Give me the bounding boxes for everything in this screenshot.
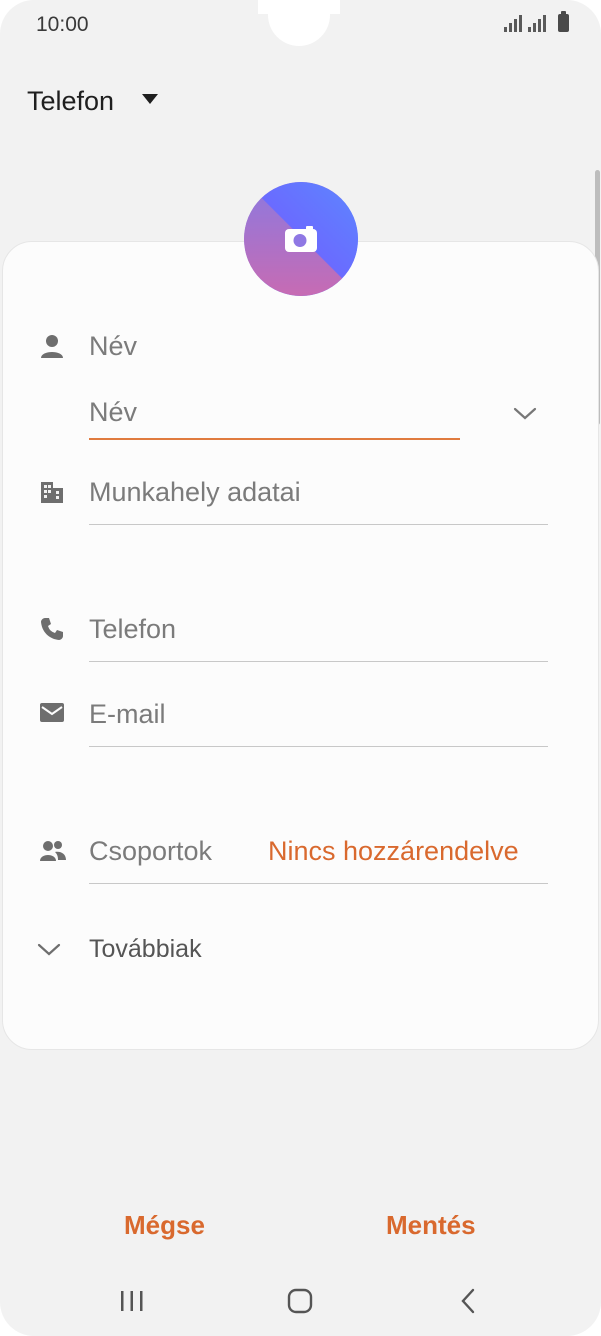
groups-value[interactable]: Nincs hozzárendelve [268, 836, 519, 867]
groups-label: Csoportok [89, 836, 213, 866]
cancel-button[interactable]: Mégse [124, 1210, 205, 1241]
camera-icon [285, 226, 317, 252]
save-button[interactable]: Mentés [386, 1210, 476, 1241]
signal-icon [504, 14, 522, 32]
battery-icon [558, 11, 569, 32]
person-icon [41, 335, 63, 358]
contact-form-card [2, 241, 599, 1050]
photo-button[interactable] [244, 182, 358, 296]
name-input[interactable]: Név [89, 397, 137, 428]
groups-underline [89, 883, 548, 884]
email-field[interactable]: E-mail [89, 699, 166, 730]
email-underline [89, 746, 548, 747]
recents-icon[interactable] [118, 1288, 146, 1314]
chevron-down-icon[interactable] [512, 400, 538, 426]
more-fields-button[interactable]: Továbbiak [89, 935, 202, 964]
work-info-field[interactable]: Munkahely adatai [89, 477, 301, 508]
name-input-underline [89, 438, 460, 440]
status-time: 10:00 [36, 13, 89, 36]
phone-underline [89, 661, 548, 662]
camera-notch [268, 0, 330, 46]
group-icon [40, 841, 66, 861]
home-icon[interactable] [286, 1288, 314, 1314]
storage-location-title[interactable]: Telefon [27, 86, 114, 117]
dropdown-caret-icon[interactable] [142, 94, 158, 104]
back-icon[interactable] [456, 1288, 482, 1314]
name-label: Név [89, 331, 138, 361]
screen: 10:00 Telefon Név Név Munkahely adatai T… [0, 0, 601, 1336]
phone-field[interactable]: Telefon [89, 614, 176, 645]
chevron-down-icon[interactable] [36, 936, 62, 962]
phone-icon [41, 618, 63, 640]
work-info-underline [89, 524, 548, 525]
mail-icon [40, 703, 64, 722]
signal-icon-2 [528, 14, 546, 32]
building-icon [41, 482, 63, 503]
status-icons [504, 11, 569, 32]
